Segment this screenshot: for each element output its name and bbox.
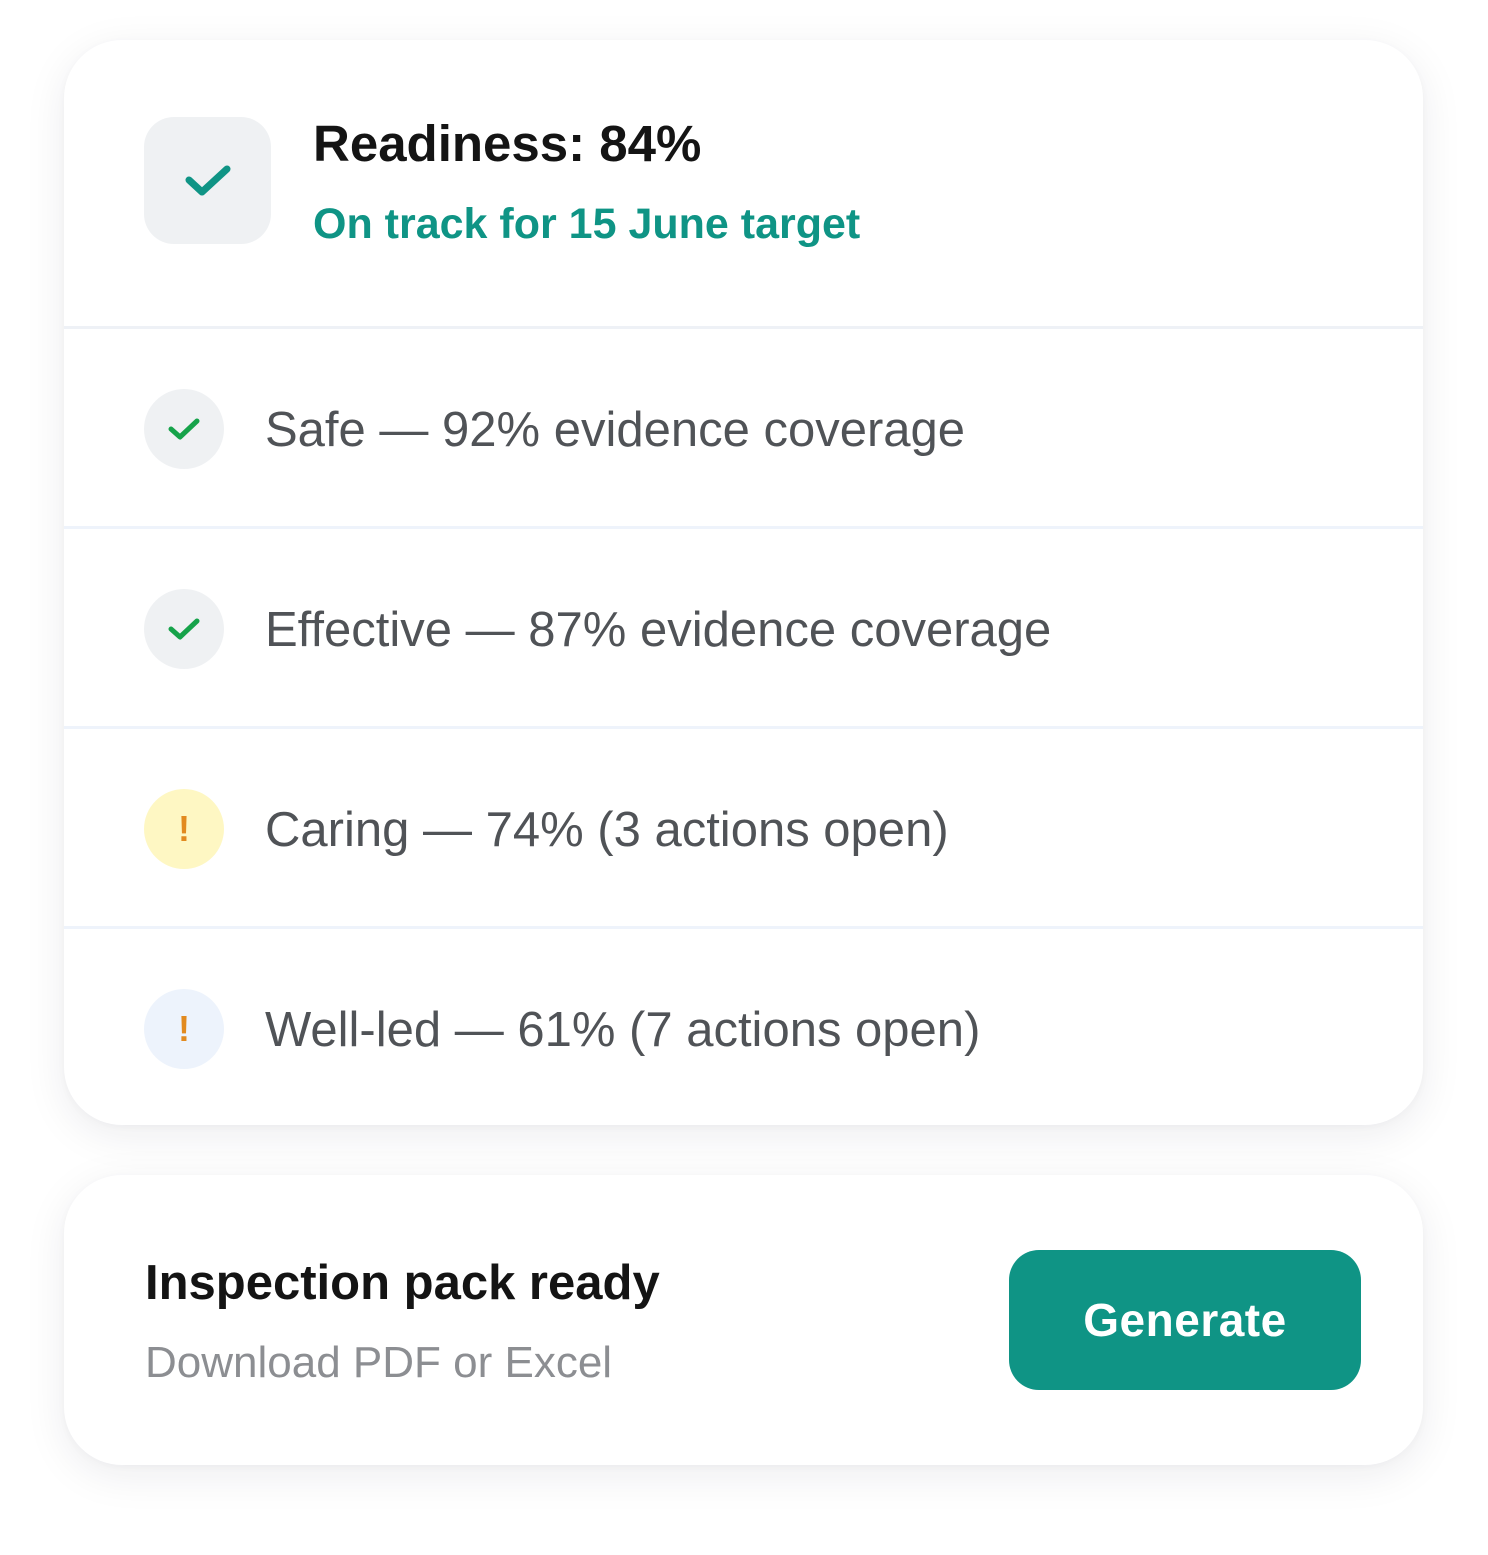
domain-row-safe: Safe — 92% evidence coverage [64, 331, 1423, 528]
exclamation-icon: ! [144, 989, 224, 1069]
divider [64, 326, 1423, 329]
domain-row-caring: ! Caring — 74% (3 actions open) [64, 731, 1423, 928]
exclamation-icon: ! [144, 789, 224, 869]
domain-label: Well-led — 61% (7 actions open) [265, 1003, 981, 1057]
readiness-header: Readiness: 84% On track for 15 June targ… [64, 40, 1423, 328]
check-icon [144, 117, 271, 244]
domain-label: Safe — 92% evidence coverage [265, 403, 966, 457]
divider [64, 926, 1423, 929]
inspection-pack-card: Inspection pack ready Download PDF or Ex… [64, 1175, 1423, 1465]
divider [64, 726, 1423, 729]
readiness-card: Readiness: 84% On track for 15 June targ… [64, 40, 1423, 1125]
readiness-subtitle: On track for 15 June target [313, 200, 861, 248]
readiness-title: Readiness: 84% [313, 115, 702, 172]
domain-label: Effective — 87% evidence coverage [265, 603, 1052, 657]
check-icon [144, 389, 224, 469]
check-icon [144, 589, 224, 669]
inspection-pack-title: Inspection pack ready [145, 1256, 660, 1310]
divider [64, 526, 1423, 529]
domain-row-effective: Effective — 87% evidence coverage [64, 531, 1423, 728]
generate-button[interactable]: Generate [1009, 1250, 1361, 1390]
inspection-pack-subtitle: Download PDF or Excel [145, 1338, 613, 1387]
domain-label: Caring — 74% (3 actions open) [265, 803, 949, 857]
domain-row-well-led: ! Well-led — 61% (7 actions open) [64, 931, 1423, 1125]
